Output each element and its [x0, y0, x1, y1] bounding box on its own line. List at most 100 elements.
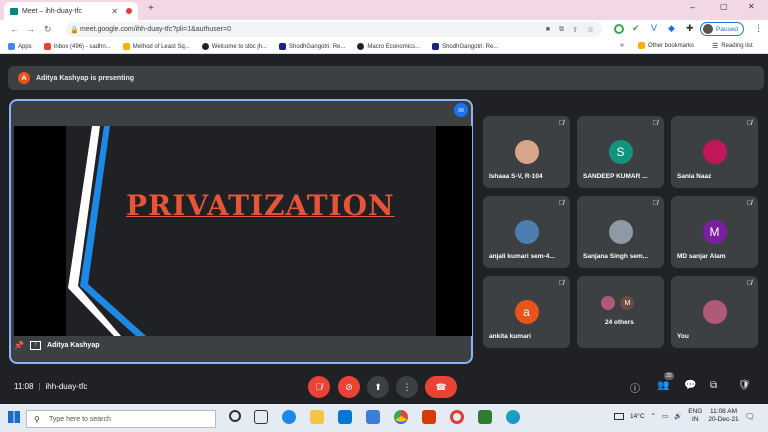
window-minimize-button[interactable]: – — [690, 2, 695, 12]
gmail-icon — [43, 43, 51, 50]
bookmark-item[interactable]: Inbox (496) - sadhn... — [43, 43, 111, 50]
extension-green-icon[interactable] — [614, 24, 624, 34]
participant-name: anjali kumari sem-4... — [489, 253, 555, 260]
window-maximize-button[interactable]: ▢ — [720, 2, 728, 11]
meeting-details-icon[interactable]: ⓘ — [630, 380, 640, 395]
tray-chevron-icon[interactable]: ⌃ — [651, 412, 656, 420]
new-tab-button[interactable]: + — [148, 3, 154, 14]
participant-name: Sania Naaz — [677, 173, 712, 180]
bookmarks-overflow-icon[interactable]: » — [620, 42, 624, 49]
stage-name-label: 📌 ↑ Aditya Kashyap — [14, 341, 100, 350]
participant-tile[interactable]: 🎙̸ Ishaaa S-V, R-104 — [483, 116, 570, 188]
pin-icon[interactable]: 📌 — [14, 341, 24, 350]
tab-close-icon[interactable]: ✕ — [111, 7, 118, 16]
present-screen-icon: ↑ — [29, 341, 41, 350]
forward-icon[interactable]: → — [26, 24, 35, 34]
bookmark-item[interactable]: ShodhGangotri: Re... — [432, 43, 498, 50]
others-tile[interactable]: M 24 others — [577, 276, 664, 348]
extension-diamond-icon[interactable]: ◆ — [668, 23, 675, 34]
bookmark-item[interactable]: Method of Least Sq... — [122, 43, 190, 50]
network-icon[interactable]: ▭ — [662, 412, 668, 420]
participant-tile[interactable]: 🎙̸ S SANDEEP KUMAR ... — [577, 116, 664, 188]
participant-name: Sanjana Singh sem... — [583, 253, 649, 260]
mic-toggle-button[interactable]: 🎙̸ — [308, 376, 330, 398]
opera-icon[interactable] — [450, 410, 464, 424]
profile-button[interactable]: Paused — [700, 22, 744, 36]
recording-dot-icon — [126, 8, 132, 14]
mic-off-icon: 🎙̸ — [746, 120, 752, 127]
leave-call-button[interactable]: ☎ — [425, 376, 457, 398]
reading-list[interactable]: ☰ Reading list — [712, 42, 753, 50]
present-now-button[interactable]: ⬆ — [367, 376, 389, 398]
more-options-button[interactable]: ⋮ — [396, 376, 418, 398]
participant-tile[interactable]: 🎙̸ anjali kumari sem-4... — [483, 196, 570, 268]
presenter-name: Aditya Kashyap — [46, 342, 100, 349]
participant-name: MD sanjar Alam — [677, 253, 726, 260]
window-close-button[interactable]: ✕ — [748, 2, 755, 11]
media-app-icon[interactable] — [478, 410, 492, 424]
bookmark-item[interactable]: Macro Economics... — [357, 43, 420, 50]
edge-icon[interactable] — [282, 410, 296, 424]
media-player-icon[interactable] — [422, 410, 436, 424]
participant-name: Ishaaa S-V, R-104 — [489, 173, 543, 180]
volume-icon[interactable]: 🔊 — [674, 412, 682, 420]
avatar: M — [620, 296, 635, 310]
self-tile[interactable]: 🎙̸ You — [671, 276, 758, 348]
people-icon[interactable]: 👥 — [657, 380, 669, 391]
participant-tile[interactable]: 🎙̸ M MD sanjar Alam — [671, 196, 758, 268]
cast-icon[interactable]: ⧉ — [559, 26, 564, 34]
bookmark-item[interactable]: Welcome to slbc jh... — [201, 43, 267, 50]
camera-in-use-icon[interactable]: ■ — [546, 26, 550, 33]
clock[interactable]: 11:08 AM 20-Dec-21 — [708, 408, 738, 424]
tab-title: Meet – ihh-duay-tfc — [22, 7, 82, 15]
file-explorer-icon[interactable] — [310, 410, 324, 424]
avatar — [703, 24, 713, 34]
weather-icon[interactable] — [614, 412, 624, 420]
extension-check-icon[interactable]: ✔ — [632, 23, 640, 34]
share-icon[interactable]: ⇪ — [572, 26, 578, 34]
task-view-icon[interactable] — [254, 410, 268, 424]
store-icon[interactable] — [338, 410, 352, 424]
camera-toggle-button[interactable]: ⊘ — [338, 376, 360, 398]
mic-off-icon: 🎙̸ — [558, 200, 564, 207]
participant-name: SANDEEP KUMAR ... — [583, 173, 648, 180]
mail-icon[interactable] — [366, 410, 380, 424]
bookmark-star-icon[interactable]: ☆ — [587, 25, 594, 34]
shodhgangotri-icon — [279, 43, 287, 50]
taskbar-search-input[interactable]: ⚲ Type here to search — [26, 410, 216, 428]
chrome-icon[interactable] — [394, 410, 408, 424]
reload-icon[interactable]: ↻ — [44, 24, 52, 35]
reading-list-icon: ☰ — [712, 43, 719, 50]
avatar — [702, 140, 727, 164]
chrome-menu-icon[interactable]: ⋮ — [754, 23, 763, 34]
activities-icon[interactable]: ⧉ — [710, 380, 717, 391]
presenting-banner: A Aditya Kashyap is presenting — [8, 66, 764, 90]
meeting-code: ihh-duay-tfc — [45, 382, 88, 391]
participant-tile[interactable]: 🎙̸ Sania Naaz — [671, 116, 758, 188]
browser-tab[interactable]: Meet – ihh-duay-tfc ✕ — [4, 2, 138, 20]
other-bookmarks[interactable]: Other bookmarks — [638, 42, 694, 49]
extension-v-icon[interactable]: V — [651, 23, 657, 33]
audio-activity-icon: ııı — [454, 103, 468, 117]
back-icon[interactable]: ← — [10, 24, 19, 34]
participant-tile[interactable]: 🎙̸ a ankita kumari — [483, 276, 570, 348]
avatar — [608, 220, 633, 244]
participant-tile[interactable]: 🎙̸ Sanjana Singh sem... — [577, 196, 664, 268]
address-bar[interactable]: 🔒 meet.google.com/ihh-duay-tfc?pli=1&aut… — [66, 22, 602, 37]
avatar: S — [608, 140, 633, 164]
bookmark-item[interactable]: Apps — [8, 43, 32, 50]
temperature[interactable]: 14°C — [630, 413, 645, 420]
cortana-icon[interactable] — [229, 410, 241, 422]
extensions-puzzle-icon[interactable]: ✚ — [686, 23, 694, 34]
camera-off-icon: ⊘ — [345, 381, 353, 392]
bookmark-item[interactable]: ShodhGangotri: Re... — [279, 43, 345, 50]
language-indicator[interactable]: ENG IN — [688, 408, 702, 424]
chat-icon[interactable]: 💬 — [684, 380, 696, 391]
windows-start-icon[interactable] — [8, 411, 20, 423]
search-placeholder: Type here to search — [49, 415, 111, 423]
edge-new-icon[interactable] — [506, 410, 520, 424]
slide-stripes-graphic — [68, 126, 146, 336]
host-controls-icon[interactable]: 🛡 — [738, 380, 751, 391]
notification-icon[interactable]: 🗨 — [745, 412, 755, 421]
avatar — [601, 296, 616, 310]
